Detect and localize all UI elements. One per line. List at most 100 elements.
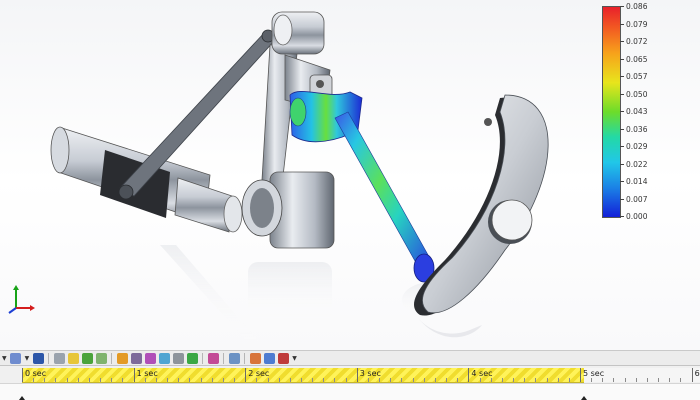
timeline-minor-tick [367,378,369,382]
timeline-minor-tick [111,378,113,382]
toolbar-separator [48,352,50,364]
keyframe-marker[interactable] [19,396,25,400]
timeline-minor-tick [155,378,157,382]
export-icon[interactable] [277,352,289,364]
legend-tick [620,111,624,112]
timeline-minor-tick [457,378,459,382]
calculate-icon[interactable] [263,352,275,364]
timeline-minor-tick [624,378,626,382]
paddle-reflection [418,318,482,338]
plot-icon[interactable] [228,352,240,364]
timeline-time-label: 5 sec [583,369,605,378]
timeline-minor-tick [568,378,570,382]
timeline-icon[interactable] [130,352,142,364]
timeline-lower-row[interactable] [0,383,700,400]
spring-icon[interactable] [144,352,156,364]
cad-window: 0.086 0.079 0.072 0.065 0.057 0.050 0.043 0.036… [0,0,700,400]
curved-paddle[interactable] [414,94,549,316]
legend-tick [620,93,624,95]
timeline-minor-tick [167,378,169,382]
timeline-minor-tick [301,378,302,382]
timeline-minor-tick [144,378,146,382]
legend-tick [620,198,624,200]
legend-value-label: 0.057 [626,72,648,81]
legend-tick [620,76,624,77]
add-component-icon[interactable] [81,352,93,364]
animation-wizard-icon[interactable] [95,352,107,364]
more-caret-icon[interactable]: ▼ [292,355,297,362]
timeline-minor-tick [535,378,537,382]
timeline-track[interactable] [22,368,584,383]
timeline-major-tick [580,368,581,382]
timeline-minor-tick [44,378,46,382]
keyframe-marker[interactable] [581,396,587,400]
timeline-minor-tick [635,378,637,382]
timeline-minor-tick [222,378,224,382]
contact-icon[interactable] [172,352,184,364]
legend-color-bar [602,6,621,218]
display-style-icon[interactable] [67,352,79,364]
timeline-minor-tick [680,378,682,382]
timeline-minor-tick [658,378,660,382]
legend-value-label: 0.029 [626,142,648,151]
timeline-minor-tick [55,378,57,382]
timeline-major-tick [133,368,135,382]
toolbar-caret-icon[interactable]: ▼ [2,355,7,362]
legend-value-label: 0.036 [626,124,648,134]
model-viewport[interactable] [0,0,700,350]
legend-tick [620,41,624,42]
timeline-major-tick [245,368,247,382]
gravity-icon[interactable] [186,352,198,364]
legend-value-label: 0.065 [626,54,648,64]
timeline-minor-tick [423,378,425,382]
timeline-time-label: 3 sec [359,369,381,378]
pivot-block[interactable] [241,171,335,249]
motor-icon[interactable] [116,352,128,364]
legend-value-label: 0.007 [626,194,648,204]
save-icon[interactable] [32,352,44,364]
legend-value-label: 0.000 [626,212,648,221]
timeline-minor-tick [345,378,347,382]
timeline-time-label: 4 sec [471,369,493,378]
legend-value-label: 0.086 [626,2,648,11]
timeline-minor-tick [546,378,548,382]
timeline-minor-tick [334,378,336,382]
timeline-time-label: 0 sec [25,369,47,378]
stress-rod[interactable] [334,111,435,283]
legend-value-label: 0.050 [626,89,648,99]
timeline-major-tick [468,368,470,382]
timeline-minor-tick [189,378,191,382]
legend-tick [620,6,624,7]
timeline-minor-tick [401,378,403,382]
table-icon[interactable] [249,352,261,364]
results-icon[interactable] [207,352,219,364]
legend-value-label: 0.072 [626,37,648,46]
timeline-time-label: 6 [694,369,700,378]
toolbar-separator [223,352,225,364]
legend-tick [620,128,624,130]
timeline-minor-tick [200,378,202,382]
timeline-minor-tick [312,378,314,382]
timeline-minor-tick [501,378,503,382]
legend-tick [620,216,624,217]
rotate-view-icon[interactable] [10,352,22,364]
axis-triad-icon [8,285,35,314]
timeline-minor-tick [557,378,559,382]
timeline-minor-tick [211,378,213,382]
damper-icon[interactable] [158,352,170,364]
timeline-minor-tick [88,378,90,382]
timeline-minor-tick [289,378,291,382]
timeline-minor-tick [122,378,124,382]
timeline-minor-tick [446,378,448,382]
dropdown-caret-icon[interactable]: ▼ [25,355,30,362]
timeline-minor-tick [613,378,615,382]
motion-timeline[interactable]: 0 sec 1 sec 2 sec 3 sec 4 sec 5 sec 6 [0,365,700,400]
timeline-minor-tick [256,378,258,382]
timeline-minor-tick [412,378,414,382]
timeline-minor-tick [669,378,671,382]
timeline-minor-tick [513,378,515,382]
toolbar-separator [244,352,246,364]
timeline-minor-tick [434,378,436,382]
zoom-icon[interactable] [53,352,65,364]
timeline-time-label: 1 sec [136,369,158,378]
